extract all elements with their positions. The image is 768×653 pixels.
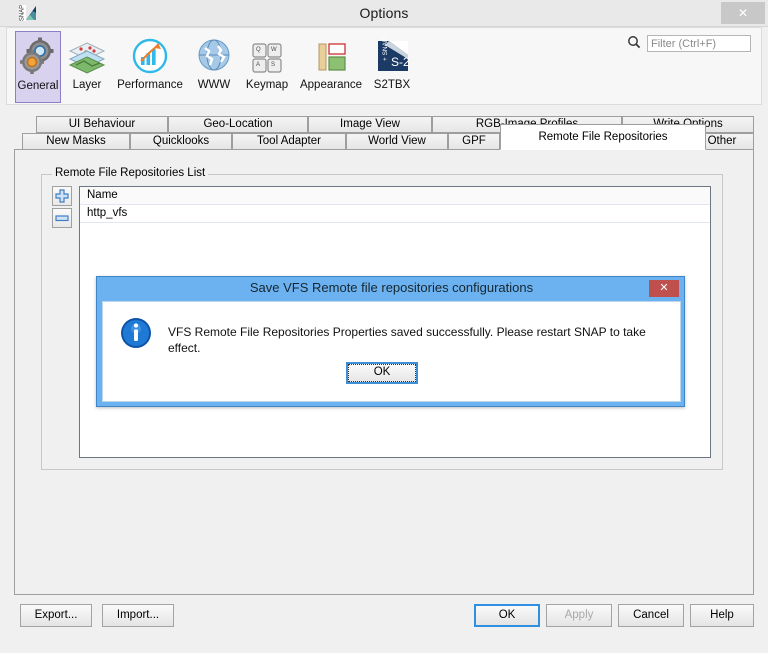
filter-area [627,35,751,52]
tab-strip: UI Behaviour Geo-Location Image View RGB… [14,116,754,150]
list-column-header: Name [80,187,710,205]
dialog-ok-label: OK [348,364,416,382]
tab-image-view[interactable]: Image View [308,116,432,133]
svg-text:S-2: S-2 [391,55,410,69]
svg-text:+ SNAP: + SNAP [382,38,389,61]
svg-text:A: A [256,62,260,68]
apply-button: Apply [546,604,612,627]
gauge-icon [111,35,189,79]
category-label: WWW [197,79,231,91]
tab-ui-behaviour[interactable]: UI Behaviour [36,116,168,133]
help-button[interactable]: Help [690,604,754,627]
category-label: General [17,80,59,92]
tab-tool-adapter[interactable]: Tool Adapter [232,133,346,150]
window-close-button[interactable]: ✕ [721,2,765,24]
save-confirmation-dialog: Save VFS Remote file repositories config… [96,276,685,407]
list-item[interactable]: http_vfs [80,205,710,223]
svg-text:W: W [271,47,277,53]
svg-text:Q: Q [256,47,261,53]
tab-remote-file-repositories[interactable]: Remote File Repositories [500,124,706,150]
globe-icon [189,35,239,79]
category-label: Layer [72,79,102,91]
dialog-title: Save VFS Remote file repositories config… [249,280,534,295]
category-label: Performance [117,79,183,91]
category-appearance[interactable]: Appearance [295,31,367,103]
ok-button[interactable]: OK [474,604,540,627]
title-bar: SNAP Options ✕ [0,0,768,27]
category-www[interactable]: WWW [189,31,239,103]
tab-geo-location[interactable]: Geo-Location [168,116,308,133]
gears-icon [16,36,60,80]
tab-world-view[interactable]: World View [346,133,448,150]
layers-icon [63,35,111,79]
appearance-icon [295,35,367,79]
search-input[interactable] [647,35,751,52]
svg-text:S: S [271,62,275,68]
export-button[interactable]: Export... [20,604,92,627]
group-title: Remote File Repositories List [52,167,209,179]
search-icon [627,35,641,52]
dialog-message: VFS Remote File Repositories Properties … [168,325,646,355]
category-toolbar: General Layer Performance WWW Q W A S Ke… [6,27,762,105]
category-layer[interactable]: Layer [63,31,111,103]
category-label: Keymap [245,79,289,91]
category-label: Appearance [299,79,363,91]
category-performance[interactable]: Performance [111,31,189,103]
cancel-button[interactable]: Cancel [618,604,684,627]
window-title: Options [359,5,409,21]
options-window: SNAP Options ✕ General Layer Performance… [0,0,768,653]
info-icon [120,317,152,349]
tab-new-masks[interactable]: New Masks [22,133,130,150]
dialog-button-bar: Export... Import... OK Apply Cancel Help [14,595,754,645]
remove-repository-button[interactable] [52,208,72,228]
category-keymap[interactable]: Q W A S Keymap [239,31,295,103]
s2tbx-icon: + SNAP S-2 [367,35,417,79]
add-repository-button[interactable] [52,186,72,206]
keyboard-icon: Q W A S [239,35,295,79]
dialog-body: VFS Remote File Repositories Properties … [102,301,681,402]
category-general[interactable]: General [15,31,61,103]
category-label: S2TBX [373,79,411,91]
dialog-close-button[interactable]: ✕ [649,280,679,297]
dialog-ok-button[interactable]: OK [346,362,418,384]
tab-quicklooks[interactable]: Quicklooks [130,133,232,150]
tab-gpf[interactable]: GPF [448,133,500,150]
import-button[interactable]: Import... [102,604,174,627]
category-s2tbx[interactable]: + SNAP S-2 S2TBX [367,31,417,103]
